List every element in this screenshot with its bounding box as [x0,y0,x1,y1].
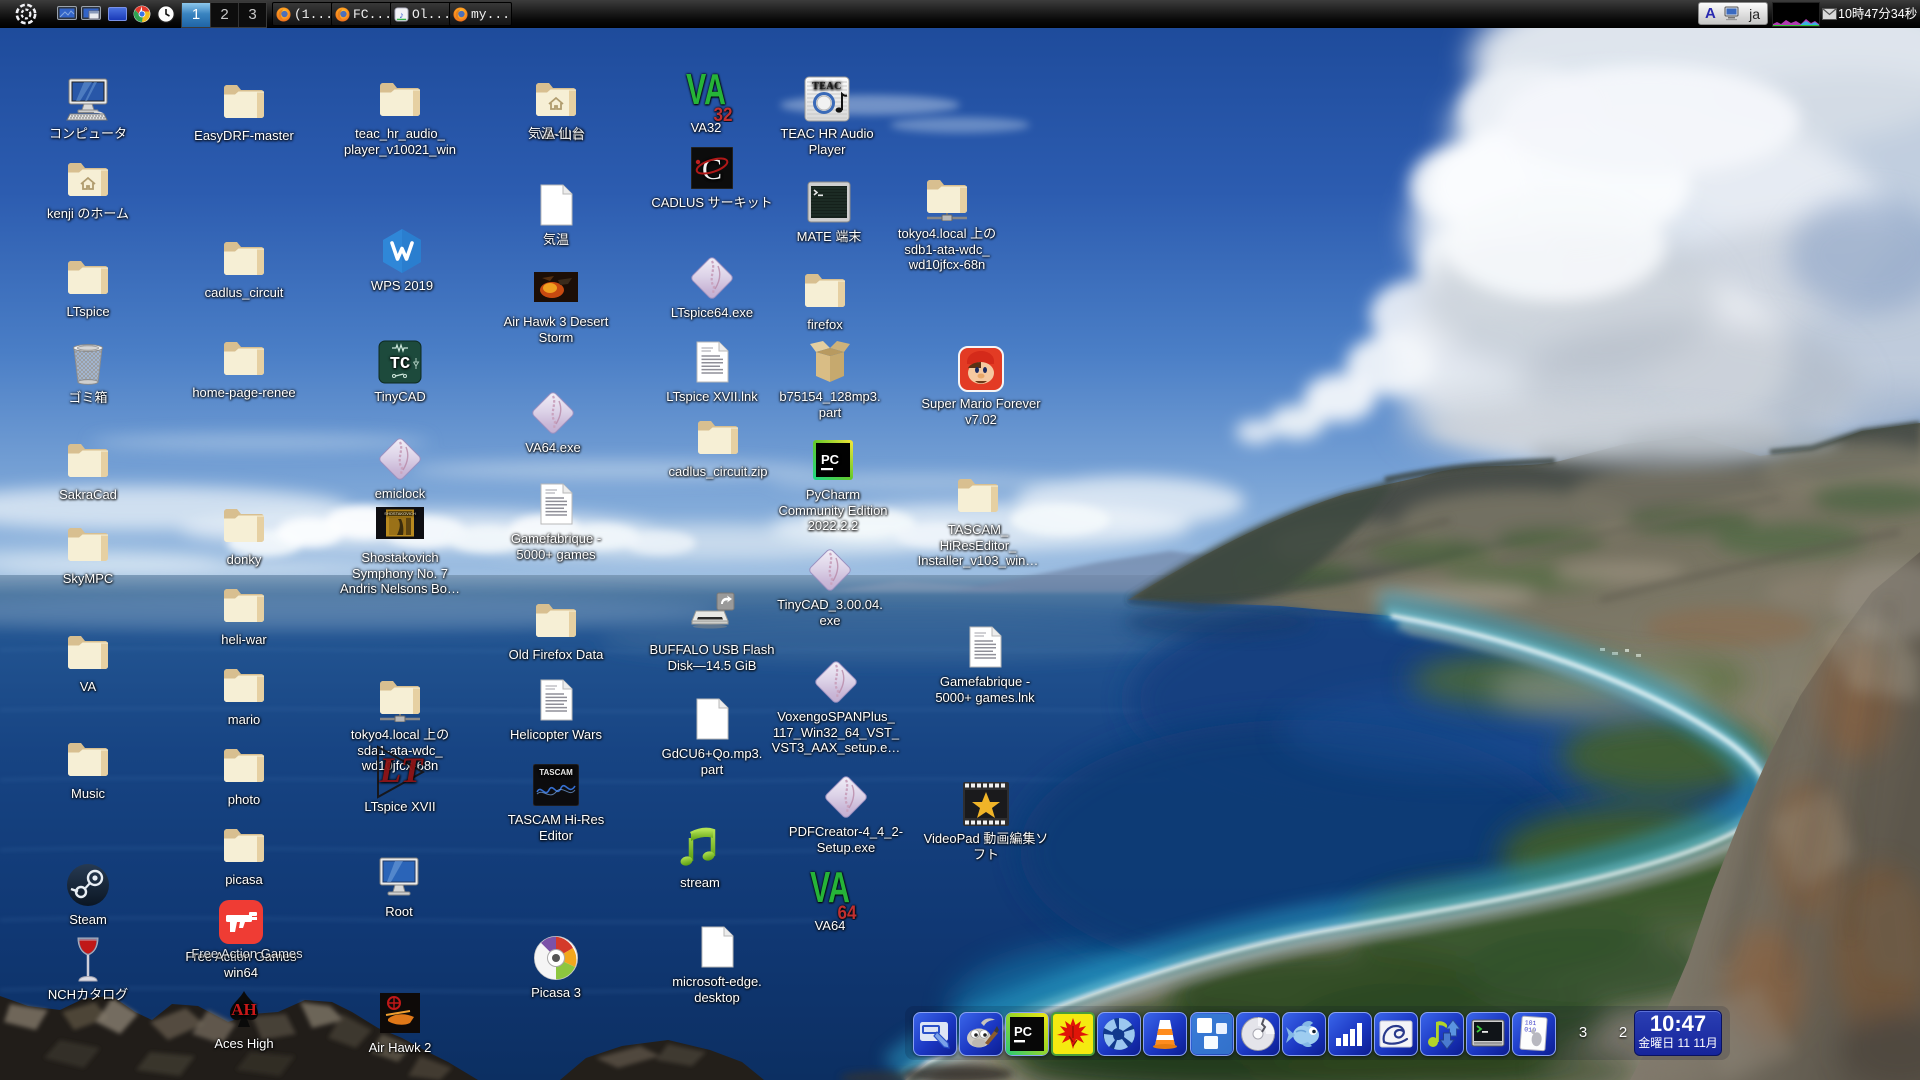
svg-text:AH: AH [231,1000,257,1019]
svg-text:LT: LT [378,750,424,790]
svg-text:TC: TC [390,355,410,374]
svg-text:TASCAM: TASCAM [539,768,573,777]
svg-text:PC: PC [821,452,840,467]
svg-text:SHOSTAKOVICH: SHOSTAKOVICH [384,511,416,516]
svg-text:PC: PC [1014,1024,1033,1039]
svg-text:TEAC: TEAC [812,81,842,92]
